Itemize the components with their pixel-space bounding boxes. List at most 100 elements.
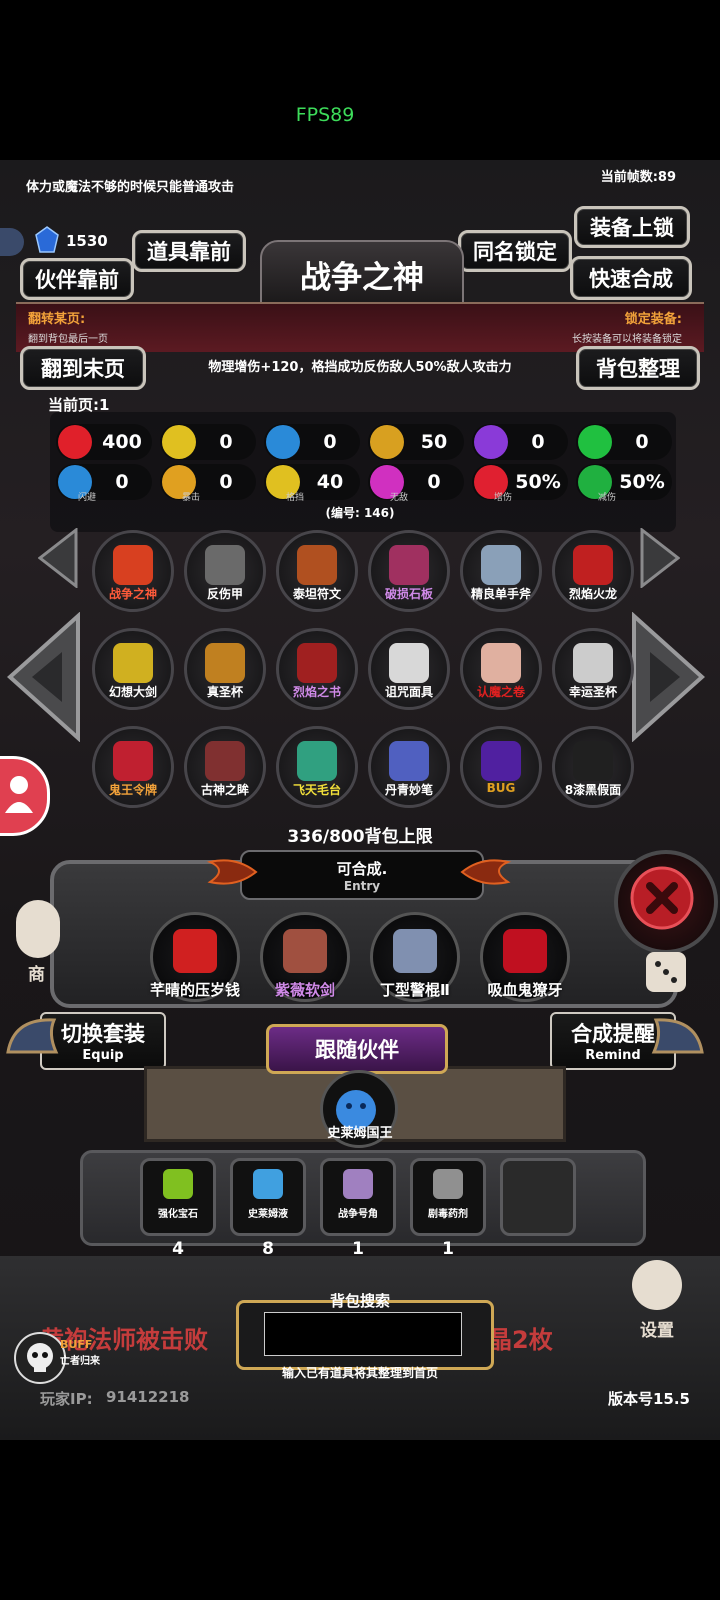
merge-item[interactable]: 吸血鬼獠牙 xyxy=(480,912,570,1002)
item-art-icon xyxy=(297,741,337,781)
item-name: 诅咒面具 xyxy=(384,685,433,699)
item-art-icon xyxy=(573,545,613,585)
item-art-icon xyxy=(573,643,613,683)
settings-label: 设置 xyxy=(640,1321,674,1341)
item-name: 破损石板 xyxy=(384,587,433,601)
item-name: 战争之神 xyxy=(108,587,157,601)
item-slot[interactable]: 幸运圣杯 xyxy=(552,628,634,710)
item-name: 丹青妙笔 xyxy=(384,783,433,797)
item-slot[interactable]: 飞天毛台 xyxy=(276,726,358,808)
item-slot[interactable]: 认魔之卷 xyxy=(460,628,542,710)
merge-item-icon xyxy=(393,929,437,973)
merge-item[interactable]: 芊晴的压岁钱 xyxy=(150,912,240,1002)
player-ip: 91412218 xyxy=(106,1388,190,1406)
dice-icon[interactable] xyxy=(646,952,686,992)
item-slot[interactable]: 丹青妙笔 xyxy=(368,726,450,808)
merge-item-icon xyxy=(173,929,217,973)
item-slot[interactable]: 8漆黑假面 xyxy=(552,726,634,808)
item-slot[interactable]: 鬼王令牌 xyxy=(92,726,174,808)
buff-button[interactable] xyxy=(14,1332,66,1384)
item-art-icon xyxy=(481,545,521,585)
buff-sub: 亡者归来 xyxy=(60,1356,100,1367)
item-slot[interactable]: 反伤甲 xyxy=(184,530,266,612)
item-art-icon xyxy=(113,643,153,683)
switch-set-label: 切换套装 xyxy=(61,1022,145,1046)
version: 版本号15.5 xyxy=(607,1390,690,1408)
shop-button[interactable] xyxy=(16,900,60,958)
settings-icon[interactable] xyxy=(632,1260,682,1310)
item-slot[interactable]: 烈焰之书 xyxy=(276,628,358,710)
bag-capacity: 336/800背包上限 xyxy=(287,827,433,847)
item-art-icon xyxy=(389,741,429,781)
item-name: BUG xyxy=(486,781,516,795)
inventory-slot[interactable]: 史莱姆液 8 xyxy=(230,1158,306,1259)
inventory-item-icon xyxy=(163,1169,193,1199)
merge-item-name: 吸血鬼獠牙 xyxy=(487,981,563,999)
game-screen: 体力或魔法不够的时候只能普通攻击 当前帧数:89 1530 道具靠前 伙伴靠前 … xyxy=(0,160,720,1440)
item-art-icon xyxy=(573,741,613,781)
item-art-icon xyxy=(205,741,245,781)
inventory-slot[interactable]: 战争号角 1 xyxy=(320,1158,396,1259)
item-art-icon xyxy=(205,643,245,683)
item-name: 反伤甲 xyxy=(206,587,243,601)
item-slot[interactable]: 破损石板 xyxy=(368,530,450,612)
inventory-item-name: 史莱姆液 xyxy=(248,1209,288,1220)
inventory-item-name: 强化宝石 xyxy=(158,1209,198,1220)
item-name: 8漆黑假面 xyxy=(564,783,622,797)
item-art-icon xyxy=(481,741,521,781)
player-ip-label: 玩家IP: xyxy=(40,1390,93,1408)
fps-indicator: FPS89 xyxy=(295,104,355,126)
search-input[interactable] xyxy=(264,1312,462,1356)
item-name: 烈焰之书 xyxy=(292,685,341,699)
inventory-item-name: 战争号角 xyxy=(338,1209,378,1220)
item-slot[interactable]: 古神之眸 xyxy=(184,726,266,808)
helmet-right-icon xyxy=(650,1012,706,1066)
user-icon xyxy=(5,776,33,813)
item-grid: 战争之神 反伤甲 泰坦符文 破损石板 精良单手斧 烈焰火龙幻想大剑 真圣杯 烈焰之书 诅咒面具 认… xyxy=(0,160,720,840)
merge-item[interactable]: 紫薇软剑 xyxy=(260,912,350,1002)
item-slot[interactable]: 泰坦符文 xyxy=(276,530,358,612)
inventory-item-icon xyxy=(343,1169,373,1199)
item-slot[interactable]: 幻想大剑 xyxy=(92,628,174,710)
search-title: 背包搜索 xyxy=(329,1292,390,1310)
flame-right-icon xyxy=(460,854,512,890)
item-name: 古神之眸 xyxy=(200,783,249,797)
skull-icon xyxy=(27,1343,53,1372)
switch-set-sub: Equip xyxy=(82,1048,124,1063)
merge-title-box: 可合成. Entry xyxy=(240,850,484,900)
item-art-icon xyxy=(389,643,429,683)
inventory-item-name: 剧毒药剂 xyxy=(428,1209,468,1220)
follow-partner-title: 跟随伙伴 xyxy=(266,1024,448,1074)
item-name: 飞天毛台 xyxy=(292,783,341,797)
item-art-icon xyxy=(481,643,521,683)
item-art-icon xyxy=(205,545,245,585)
item-slot[interactable]: 战争之神 xyxy=(92,530,174,612)
item-slot[interactable]: 烈焰火龙 xyxy=(552,530,634,612)
item-name: 认魔之卷 xyxy=(476,685,525,699)
close-button[interactable] xyxy=(614,850,718,954)
close-icon xyxy=(630,866,694,930)
item-name: 泰坦符文 xyxy=(292,587,341,601)
item-slot[interactable]: 诅咒面具 xyxy=(368,628,450,710)
item-name: 幸运圣杯 xyxy=(568,685,617,699)
item-art-icon xyxy=(297,643,337,683)
merge-item-icon xyxy=(283,929,327,973)
item-name: 鬼王令牌 xyxy=(108,783,157,797)
buff-label: BUFF xyxy=(60,1338,93,1351)
flame-left-icon xyxy=(206,854,258,890)
item-slot[interactable]: 真圣杯 xyxy=(184,628,266,710)
item-art-icon xyxy=(113,545,153,585)
inventory-slot[interactable] xyxy=(500,1158,576,1236)
item-art-icon xyxy=(389,545,429,585)
inventory-slot[interactable]: 剧毒药剂 1 xyxy=(410,1158,486,1259)
item-name: 幻想大剑 xyxy=(108,685,157,699)
merge-item-icon xyxy=(503,929,547,973)
helmet-left-icon xyxy=(4,1012,60,1066)
item-slot[interactable]: BUG xyxy=(460,726,542,808)
merge-item[interactable]: 丁型警棍Ⅱ xyxy=(370,912,460,1002)
inventory-item-icon xyxy=(433,1169,463,1199)
merge-subtitle: Entry xyxy=(343,879,381,893)
item-slot[interactable]: 精良单手斧 xyxy=(460,530,542,612)
search-hint: 输入已有道具将其整理到首页 xyxy=(281,1366,438,1380)
inventory-slot[interactable]: 强化宝石 4 xyxy=(140,1158,216,1259)
